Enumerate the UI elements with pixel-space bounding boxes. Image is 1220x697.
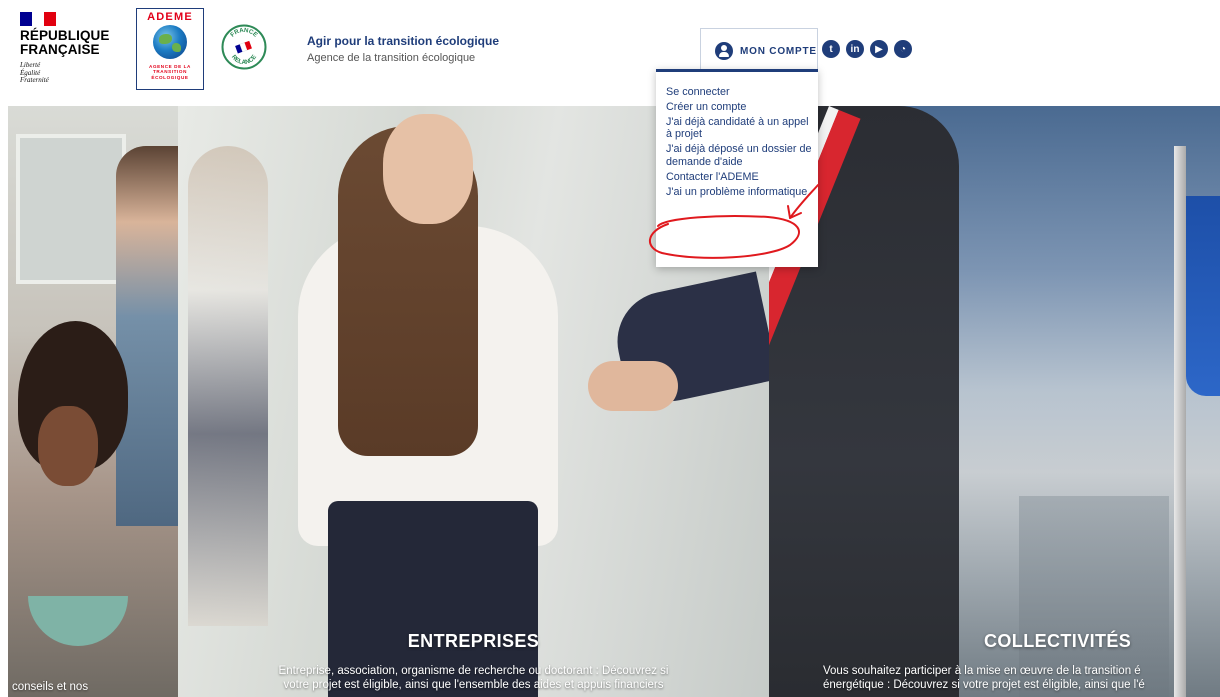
france-relance-seal: FRANCE RELANCE [221, 24, 267, 70]
hero-panels: conseils et nos ENTREPRISES Entreprise, … [0, 106, 1220, 697]
panel-entreprises-text: Entreprise, association, organisme de re… [278, 665, 669, 691]
republique-francaise-name: RÉPUBLIQUE FRANÇAISE [20, 28, 110, 57]
mixing-bowl [28, 596, 128, 646]
flag [1186, 196, 1220, 396]
menu-item-probleme-informatique[interactable]: J'ai un problème informatique [666, 186, 812, 199]
site-header: RÉPUBLIQUE FRANÇAISE Liberté Égalité Fra… [0, 0, 1220, 106]
flag-pole [1174, 146, 1186, 697]
twitter-icon[interactable]: t [822, 40, 840, 58]
handshake [588, 361, 678, 411]
menu-item-deja-depose[interactable]: J'ai déjà déposé un dossier de demande d… [666, 143, 812, 169]
menu-item-se-connecter[interactable]: Se connecter [666, 86, 812, 99]
ademe-logo[interactable]: ADEME AGENCE DE LA TRANSITION ÉCOLOGIQUE [136, 8, 204, 90]
menu-item-deja-candidate[interactable]: J'ai déjà candidaté à un appel à projet [666, 116, 812, 142]
ademe-logo-title: ADEME [147, 11, 193, 23]
mon-compte-label: MON COMPTE [740, 45, 817, 57]
linkedin-icon[interactable]: in [846, 40, 864, 58]
menu-item-creer-compte[interactable]: Créer un compte [666, 101, 812, 114]
hero-panel-collectivites[interactable]: COLLECTIVITÉS Vous souhaitez participer … [769, 106, 1220, 697]
window-background [16, 134, 126, 284]
mon-compte-dropdown: Se connecter Créer un compte J'ai déjà c… [656, 69, 818, 267]
panel-collectivites-title[interactable]: COLLECTIVITÉS [769, 631, 1220, 652]
social-links: t in ▶ ◔ [822, 40, 912, 58]
republique-motto: Liberté Égalité Fraternité [20, 61, 49, 84]
woman-face [383, 114, 473, 224]
youtube-icon[interactable]: ▶ [870, 40, 888, 58]
marianne-flag-icon [20, 12, 56, 26]
menu-item-contacter-ademe[interactable]: Contacter l'ADEME [666, 171, 812, 184]
site-subtitle: Agence de la transition écologique [307, 52, 476, 64]
hero-panel-particuliers[interactable]: conseils et nos [8, 106, 178, 697]
panel-left-text: conseils et nos [12, 681, 89, 693]
republique-francaise-logo[interactable]: RÉPUBLIQUE FRANÇAISE Liberté Égalité Fra… [20, 12, 120, 85]
globe-icon [153, 25, 187, 59]
background-woman-figure [188, 146, 268, 626]
man-figure [116, 146, 178, 526]
girl-face [38, 406, 98, 486]
ademe-logo-subtitle: AGENCE DE LA TRANSITION ÉCOLOGIQUE [149, 64, 191, 80]
site-title[interactable]: Agir pour la transition écologique [307, 34, 499, 48]
mon-compte-button[interactable]: MON COMPTE [700, 28, 818, 73]
panel-entreprises-title[interactable]: ENTREPRISES [178, 631, 769, 652]
panel-collectivites-text: Vous souhaitez participer à la mise en œ… [823, 665, 1145, 691]
rss-icon[interactable]: ◔ [894, 40, 912, 58]
user-icon [715, 42, 733, 60]
